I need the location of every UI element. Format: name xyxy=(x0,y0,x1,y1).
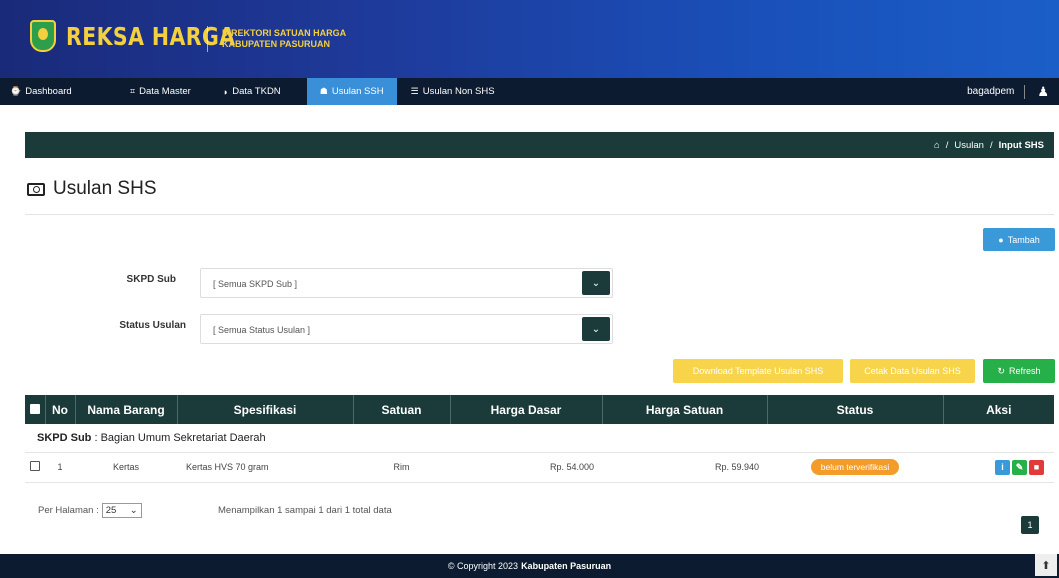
brand-title[interactable]: REKSA HARGA xyxy=(66,22,235,51)
refresh-icon: ↻ xyxy=(997,365,1006,376)
page-title: Usulan SHS xyxy=(27,178,157,200)
status-badge: belum terverifikasi xyxy=(810,459,900,475)
status-usulan-value: [ Semua Status Usulan ] xyxy=(213,325,311,335)
per-page-select[interactable]: 25 ⌄ xyxy=(101,503,142,518)
group-label: SKPD Sub xyxy=(37,431,92,444)
cell-harga-dasar: Rp. 54.000 xyxy=(450,452,602,483)
breadcrumb-separator: / xyxy=(989,139,993,151)
skpd-sub-label: SKPD Sub xyxy=(126,274,176,285)
chevron-down-icon: ⌄ xyxy=(129,505,138,516)
brand-subtitle-line2: KABUPATEN PASURUAN xyxy=(222,39,330,49)
cetak-data-button[interactable]: Cetak Data Usulan SHS xyxy=(850,359,975,383)
page-title-text: Usulan SHS xyxy=(53,178,157,199)
user-menu[interactable]: bagadpem ♟ xyxy=(967,78,1059,105)
refresh-button[interactable]: ↻ Refresh xyxy=(983,359,1055,383)
group-value: : Bagian Umum Sekretariat Daerah xyxy=(91,431,266,444)
tag-icon: ◗ xyxy=(222,86,229,97)
scroll-top-arrow-icon[interactable]: ⬆ xyxy=(1035,554,1057,576)
home-icon[interactable]: ⌂ xyxy=(934,140,940,151)
col-harga-satuan: Harga Satuan xyxy=(602,395,768,424)
tambah-button[interactable]: ● Tambah xyxy=(983,228,1055,251)
col-nama-barang: Nama Barang xyxy=(75,395,178,424)
nav-item-data-master[interactable]: ⌗ Data Master xyxy=(82,78,201,105)
col-aksi: Aksi xyxy=(943,395,1054,424)
brand-divider xyxy=(207,26,208,52)
skpd-sub-select[interactable]: [ Semua SKPD Sub ] ⌄ xyxy=(200,268,613,298)
skpd-sub-value: [ Semua SKPD Sub ] xyxy=(213,279,298,289)
download-template-button[interactable]: Download Template Usulan SHS xyxy=(673,359,843,383)
users-icon: ☗ xyxy=(319,86,328,96)
nav-label: Dashboard xyxy=(25,86,72,97)
table-header-row: No Nama Barang Spesifikasi Satuan Harga … xyxy=(25,395,1054,424)
brand-subtitle: DIREKTORI SATUAN HARGA KABUPATEN PASURUA… xyxy=(222,28,346,50)
chevron-down-icon[interactable]: ⌄ xyxy=(582,271,610,295)
group-cell: SKPD Sub : Bagian Umum Sekretariat Daera… xyxy=(25,424,1054,453)
select-all-checkbox[interactable] xyxy=(29,403,40,414)
regency-emblem-icon xyxy=(30,20,56,52)
nav-label: Usulan Non SHS xyxy=(422,86,495,97)
per-page-value: 25 xyxy=(105,505,117,516)
list-icon: ☰ xyxy=(410,86,419,96)
breadcrumb: ⌂ / Usulan / Input SHS xyxy=(25,132,1054,158)
grid-icon: ⌗ xyxy=(130,86,136,96)
brand-subtitle-line1: DIREKTORI SATUAN HARGA xyxy=(222,28,347,38)
nav-label: Data Master xyxy=(139,86,191,97)
cell-status: belum terverifikasi xyxy=(767,452,943,483)
cell-aksi: i ✎ ■ xyxy=(943,452,1054,483)
main-nav: ⌚ Dashboard ⌗ Data Master ◗ Data TKDN ☗ … xyxy=(0,78,1059,105)
col-status: Status xyxy=(767,395,944,424)
nav-item-usulan-ssh[interactable]: ☗ Usulan SSH xyxy=(306,78,397,105)
delete-trash-icon[interactable]: ■ xyxy=(1029,459,1044,475)
per-page-control: Per Halaman : 25 ⌄ xyxy=(38,503,142,518)
footer-org: Kabupaten Pasuruan xyxy=(521,561,612,571)
title-divider xyxy=(25,214,1054,215)
nav-label: Usulan SSH xyxy=(331,86,384,97)
usulan-table: No Nama Barang Spesifikasi Satuan Harga … xyxy=(25,395,1054,483)
cell-nama-barang: Kertas xyxy=(75,452,177,483)
nav-item-data-tkdn[interactable]: ◗ Data TKDN xyxy=(201,78,307,105)
nav-item-dashboard[interactable]: ⌚ Dashboard xyxy=(0,78,82,105)
col-spesifikasi: Spesifikasi xyxy=(177,395,354,424)
col-no: No xyxy=(45,395,76,424)
app-header: REKSA HARGA DIREKTORI SATUAN HARGA KABUP… xyxy=(0,0,1059,78)
cell-satuan: Rim xyxy=(353,452,450,483)
breadcrumb-parent[interactable]: Usulan xyxy=(954,140,984,151)
col-satuan: Satuan xyxy=(353,395,451,424)
select-all-header[interactable] xyxy=(25,395,46,424)
footer: © Copyright 2023 Kabupaten Pasuruan xyxy=(0,554,1059,578)
username: bagadpem xyxy=(967,86,1015,97)
col-harga-dasar: Harga Dasar xyxy=(450,395,603,424)
info-icon[interactable]: i xyxy=(995,459,1010,475)
edit-pencil-icon[interactable]: ✎ xyxy=(1012,459,1027,475)
cell-spesifikasi: Kertas HVS 70 gram xyxy=(177,452,353,483)
row-checkbox[interactable] xyxy=(30,461,40,471)
footer-copyright: © Copyright 2023 xyxy=(447,561,519,571)
nav-label: Data TKDN xyxy=(232,86,281,97)
page-button[interactable]: 1 xyxy=(1021,516,1039,534)
chevron-down-icon[interactable]: ⌄ xyxy=(582,317,610,341)
cell-harga-satuan: Rp. 59.940 xyxy=(602,452,767,483)
cell-no: 1 xyxy=(45,452,75,483)
money-icon xyxy=(27,182,45,196)
nav-item-usulan-non-shs[interactable]: ☰ Usulan Non SHS xyxy=(396,78,519,105)
breadcrumb-current: Input SHS xyxy=(998,139,1044,151)
plus-circle-icon: ● xyxy=(998,234,1004,245)
tambah-button-label: Tambah xyxy=(1007,234,1040,245)
per-page-label: Per Halaman : xyxy=(38,505,99,516)
row-select-cell[interactable] xyxy=(25,452,45,483)
user-divider xyxy=(1024,84,1026,99)
group-row: SKPD Sub : Bagian Umum Sekretariat Daera… xyxy=(25,424,1054,453)
breadcrumb-separator: / xyxy=(945,139,949,151)
dashboard-gauge-icon: ⌚ xyxy=(10,86,22,96)
status-usulan-label: Status Usulan xyxy=(119,320,186,331)
status-usulan-select[interactable]: [ Semua Status Usulan ] ⌄ xyxy=(200,314,613,344)
table-row: 1 Kertas Kertas HVS 70 gram Rim Rp. 54.0… xyxy=(25,452,1054,483)
user-icon: ♟ xyxy=(1037,83,1049,99)
showing-info: Menampilkan 1 sampai 1 dari 1 total data xyxy=(218,505,392,516)
refresh-button-label: Refresh xyxy=(1009,366,1041,376)
